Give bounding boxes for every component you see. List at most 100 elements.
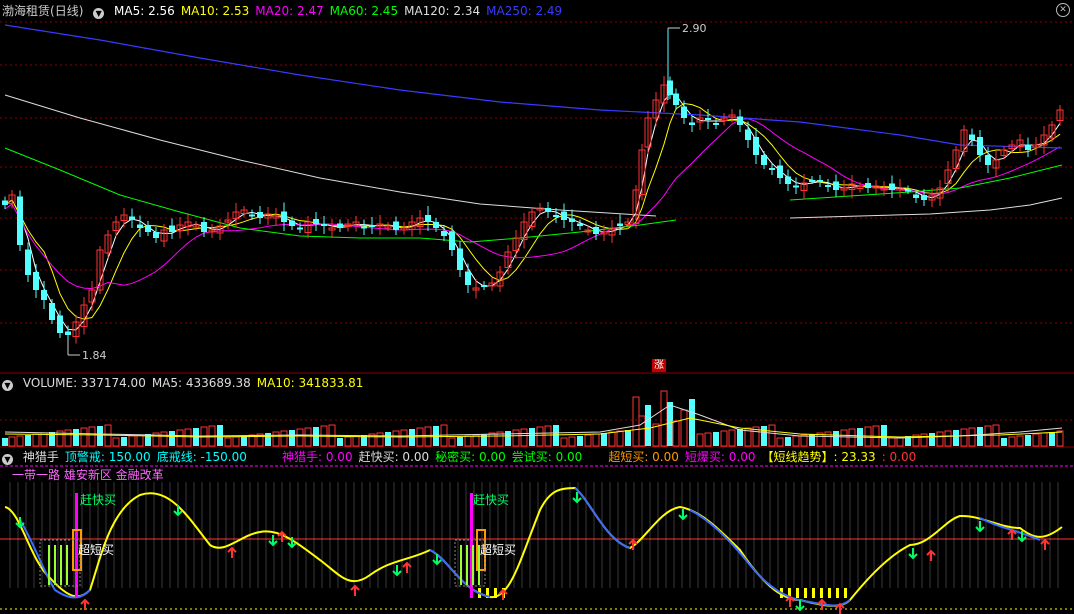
volume-bar-up [344, 436, 352, 447]
candle-body-down [393, 221, 399, 230]
candle-body-down [49, 303, 55, 320]
candle-body-down [921, 195, 927, 200]
candle-body-down [321, 224, 327, 226]
signal-column-green [54, 545, 56, 585]
bottom-signal-bar [836, 588, 839, 598]
volume-bar-up [184, 428, 192, 447]
close-icon[interactable]: ✕ [1056, 3, 1070, 17]
chart-period[interactable]: (日线) [50, 4, 83, 18]
candle-body-down [129, 216, 135, 220]
volume-bar-up [984, 425, 992, 447]
volume-bar-up [512, 429, 520, 447]
volume-bar-down [689, 399, 695, 446]
ma-legend-item-4: MA120: 2.34 [404, 4, 481, 18]
volume-bar-down [625, 430, 631, 446]
candle-body-down [17, 196, 23, 245]
ma120-line [4, 94, 657, 217]
signal-column-green [472, 545, 474, 585]
volume-bar-up [1008, 436, 1016, 447]
volume-bar-down [953, 430, 959, 446]
candle-body-down [777, 165, 783, 178]
volume-bar-up [592, 433, 600, 447]
candle-body-down [689, 122, 695, 125]
volume-bar-down [337, 438, 343, 446]
volume-bar-up [128, 435, 136, 447]
signal-column-green [66, 545, 68, 585]
candle-body-down [809, 180, 815, 182]
volume-bar-up [704, 432, 712, 447]
volume-bar-down [1049, 432, 1055, 446]
indicator-legend-item-6: 尝试买: 0.00 [511, 450, 583, 464]
volume-bar-up [112, 437, 120, 447]
bottom-signal-bar [828, 588, 831, 598]
volume-bar-up [660, 390, 668, 447]
volume-bar-down [457, 437, 463, 446]
volume-bar-up [792, 435, 800, 447]
candle-body-down [457, 248, 463, 270]
candle-body-down [297, 227, 303, 230]
signal-quick-buy-2: 赶快买 [473, 493, 510, 507]
candle-body-down [793, 185, 799, 188]
candle-body-down [153, 232, 159, 238]
ma60-line-2 [789, 164, 1063, 201]
signal-quick-buy-1: 赶快买 [80, 493, 117, 507]
signal-column-green [60, 545, 62, 585]
indicator-collapse-icon[interactable]: ▼ [2, 454, 13, 465]
collapse-icon[interactable]: ▼ [93, 8, 105, 19]
volume-bar-up [776, 437, 784, 447]
candle-body-down [865, 183, 871, 188]
volume-bar-up [1016, 435, 1024, 447]
candle-body-down [745, 129, 751, 140]
candle-body-down [577, 223, 583, 226]
candle-body-down [441, 231, 447, 236]
volume-bar-up [64, 429, 72, 447]
volume-bar-down [529, 428, 535, 446]
candle-body-down [57, 315, 63, 333]
indicator-panel-header: ▼ 神猎手 顶警戒: 150.00 底戒线: -150.00 [2, 449, 259, 465]
signal-column-green [48, 545, 50, 585]
candle-body-down [249, 214, 255, 217]
chart-annotations [15, 492, 1050, 614]
volume-bar-up [272, 431, 280, 447]
candle-body-down [425, 215, 431, 222]
volume-bar-up [680, 409, 688, 447]
candle-body-down [569, 218, 575, 222]
volume-bar-up [584, 434, 592, 447]
candle-body-down [449, 231, 455, 250]
signal-column-green [460, 545, 462, 585]
candle-body-down [673, 93, 679, 105]
indicator-legend-item-10: : 0.00 [881, 450, 917, 464]
volume-bar-up [616, 430, 624, 447]
candle-body-down [985, 155, 991, 165]
indicator-legend-item-8: 短爆买: 0.00 [684, 450, 756, 464]
candle-body-down [289, 220, 295, 226]
ma-legend: MA5: 2.56 MA10: 2.53 MA20: 2.47 MA60: 2.45 M… [114, 4, 568, 18]
candle-body-down [681, 106, 687, 118]
volume-bar-up [352, 435, 360, 447]
candle-body-down [737, 116, 743, 125]
volume-bar-down [169, 431, 175, 446]
candlesticks[interactable] [2, 27, 1064, 356]
volume-bar-up [1032, 433, 1040, 447]
signal-ultra-short-2: 超短买 [480, 543, 517, 557]
volume-legend-item-1: MA5: 433689.38 [151, 376, 251, 390]
candle-body-down [561, 211, 567, 220]
low-price-label: 1.84 [82, 349, 107, 362]
volume-bar-up [40, 432, 48, 447]
volume-bar-up [888, 437, 896, 447]
ma-legend-item-2: MA20: 2.47 [255, 4, 324, 18]
volume-bar-up [920, 433, 928, 447]
bottom-signal-bar [820, 588, 823, 598]
stock-chart-canvas [0, 21, 1074, 614]
volume-bar-down [785, 437, 791, 446]
volume-collapse-icon[interactable]: ▼ [2, 380, 13, 391]
candle-body-down [913, 194, 919, 198]
volume-bar-down [289, 430, 295, 446]
volume-bar-up [520, 428, 528, 447]
stock-name[interactable]: 渤海租赁 [2, 4, 50, 18]
volume-bar-up [936, 431, 944, 447]
signal-ultra-short-1: 超短买 [78, 543, 115, 557]
candle-body-down [281, 211, 287, 222]
candle-body-down [145, 225, 151, 232]
candle-body-down [977, 137, 983, 155]
